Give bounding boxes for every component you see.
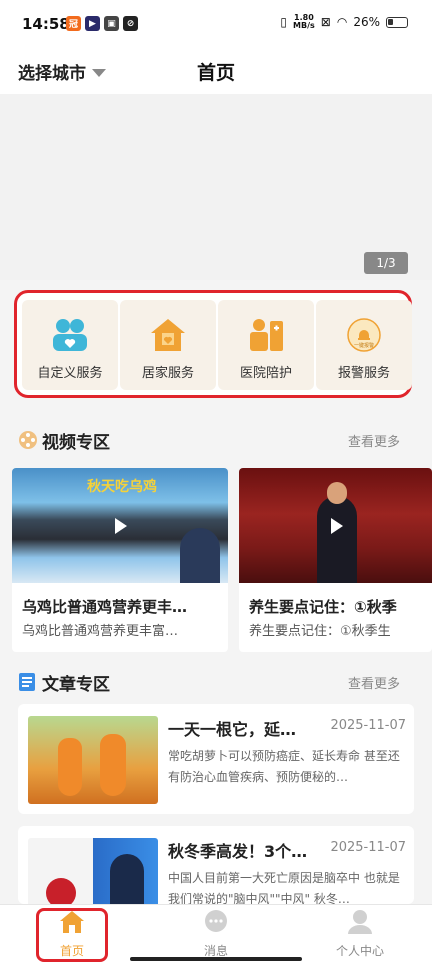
tab-profile[interactable]: 个人中心 [305,909,415,961]
video-thumbnail: 秋天吃乌鸡 [12,468,228,583]
people-heart-icon [51,316,89,354]
presenter-head [327,482,347,504]
service-alarm[interactable]: 一键报警 报警服务 [316,300,412,390]
article-thumbnail [28,838,158,904]
service-label: 报警服务 [337,366,390,381]
top-header: 首页 选择城市 [0,46,432,94]
video-card[interactable]: 养生要点记住：①秋季 养生要点记住：①秋季生 [239,468,432,652]
tab-label: 个人中心 [335,944,384,958]
active-tab-highlight [36,908,108,962]
article-summary: 中国人目前第一大死亡原因是脑卒中 也就是我们常说的"脑中风""中风" 秋冬… [168,871,400,904]
carrot-figure [100,734,126,796]
city-selector[interactable]: 选择城市 [18,59,106,84]
banner-carousel[interactable]: 1/3 [0,94,432,280]
article-section-header: 文章专区 查看更多 [0,667,432,697]
play-icon [330,517,343,534]
film-reel-icon [18,430,38,454]
presenter-figure [110,854,144,904]
person-icon [347,909,373,939]
vibrate-icon: ▯ [280,15,288,29]
inbox-app-icon: ▣ [104,16,119,31]
carrot-figure [58,738,82,796]
video-title: 乌鸡比普通鸡营养更丰… [22,598,188,616]
video-thumbnail [239,468,432,583]
article-summary: 常吃胡萝卜可以预防癌症、延长寿命 甚至还有防治心血管疾病、预防便秘的… [168,749,400,784]
article-more-link[interactable]: 查看更多 [348,673,400,692]
alarm-icon-text: 一键报警 [354,342,374,349]
presenter-figure [180,528,220,583]
chat-bubble-icon [203,909,229,939]
status-app-icons: 冠 ▶ ▣ ⊘ [66,16,138,31]
service-grid: 自定义服务 居家服务 医院陪护 一键报警 报警服务 [14,290,412,398]
video-more-link[interactable]: 查看更多 [348,431,400,450]
sim-off-icon: ⊠ [320,15,331,29]
video-section-title: 视频专区 [42,433,110,453]
video-title: 养生要点记住：①秋季 [249,598,397,616]
article-card[interactable]: 秋冬季高发！3个… 2025-11-07 中国人目前第一大死亡原因是脑卒中 也就… [18,826,414,904]
play-app-icon: ▶ [85,16,100,31]
nurse-icon [246,316,286,354]
article-title: 一天一根它，延… [168,720,297,739]
wifi-icon: ◠ [336,15,348,29]
banner-page-indicator: 1/3 [364,252,408,274]
presenter-figure [317,496,357,583]
caret-down-icon [92,68,106,77]
play-icon [115,517,127,534]
video-description: 乌鸡比普通鸡营养更丰富… [22,624,179,639]
article-thumbnail [28,716,158,804]
article-date: 2025-11-07 [330,840,406,855]
video-thumb-text: 秋天吃乌鸡 [87,479,157,495]
article-card[interactable]: 一天一根它，延… 2025-11-07 常吃胡萝卜可以预防癌症、延长寿命 甚至还… [18,704,414,814]
article-title: 秋冬季高发！3个… [168,842,308,861]
video-section-header: 视频专区 查看更多 [0,425,432,455]
app-notification-icon: 冠 [66,16,81,31]
red-ribbon-figure [46,878,76,904]
tab-messages[interactable]: 消息 [161,909,271,961]
city-selector-label: 选择城市 [18,64,86,84]
service-label: 自定义服务 [37,366,103,381]
video-description: 养生要点记住：①秋季生 [249,624,391,639]
battery-icon [386,16,408,28]
service-label: 居家服务 [141,366,194,381]
service-custom[interactable]: 自定义服务 [22,300,118,390]
alarm-icon: 一键报警 [346,316,382,354]
service-hospital[interactable]: 医院陪护 [218,300,314,390]
gesture-home-bar[interactable] [130,957,302,961]
status-indicators: ▯ 1.80 MB/s ⊠ ◠ 26% [280,14,408,30]
link-app-icon: ⊘ [123,16,138,31]
battery-percent: 26% [353,15,380,29]
service-label: 医院陪护 [239,366,292,381]
video-card[interactable]: 秋天吃乌鸡 乌鸡比普通鸡营养更丰… 乌鸡比普通鸡营养更丰富… [12,468,228,652]
article-date: 2025-11-07 [330,718,406,733]
home-heart-icon [149,316,187,354]
status-time: 14:58 [22,15,70,33]
net-speed: 1.80 MB/s [293,13,315,30]
status-bar: 14:58 冠 ▶ ▣ ⊘ ▯ 1.80 MB/s ⊠ ◠ 26% [0,0,432,46]
service-home[interactable]: 居家服务 [120,300,216,390]
article-section-title: 文章专区 [42,675,110,695]
document-icon [18,672,36,696]
